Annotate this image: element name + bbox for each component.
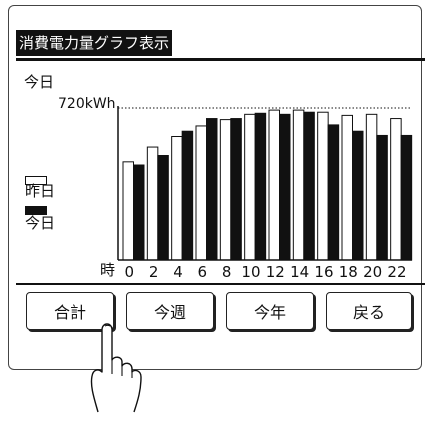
x-tick-label: 16 — [314, 263, 333, 281]
bar-yesterday-6 — [268, 109, 280, 261]
bar-today-10 — [376, 134, 388, 261]
bar-yesterday-1 — [146, 146, 159, 261]
bar-yesterday-11 — [390, 118, 402, 261]
bar-today-9 — [352, 130, 364, 261]
x-tick-label: 0 — [125, 263, 135, 281]
bar-today-7 — [303, 111, 315, 261]
bar-today-3 — [206, 118, 218, 261]
x-tick-label: 14 — [290, 263, 309, 281]
x-tick-label: 4 — [173, 263, 183, 281]
x-tick-label: 2 — [149, 263, 159, 281]
bar-today-6 — [279, 113, 291, 261]
bar-yesterday-0 — [122, 161, 134, 261]
bar-today-4 — [230, 118, 242, 261]
year-button[interactable]: 今年 — [226, 292, 314, 330]
button-row-divider — [16, 283, 425, 285]
bar-yesterday-5 — [244, 113, 256, 261]
bar-yesterday-4 — [219, 119, 232, 261]
bar-today-1 — [157, 155, 169, 261]
bar-yesterday-3 — [195, 125, 207, 261]
x-tick-label: 20 — [363, 263, 382, 281]
x-tick-label: 8 — [222, 263, 232, 281]
x-tick-label: 18 — [339, 263, 358, 281]
bar-yesterday-9 — [341, 114, 353, 261]
back-button[interactable]: 戻る — [326, 292, 412, 330]
x-tick-label: 10 — [241, 263, 260, 281]
x-tick-label: 12 — [266, 263, 285, 281]
bar-yesterday-8 — [317, 111, 329, 261]
pointing-hand-icon — [90, 323, 142, 413]
bar-today-11 — [400, 134, 413, 261]
bar-yesterday-2 — [171, 136, 183, 261]
bar-today-2 — [181, 130, 194, 261]
bar-today-0 — [133, 164, 145, 261]
bar-today-5 — [254, 112, 267, 261]
bar-today-8 — [327, 124, 340, 261]
x-tick-label: 22 — [387, 263, 406, 281]
bar-yesterday-10 — [365, 113, 378, 261]
x-tick-label: 6 — [198, 263, 208, 281]
bar-yesterday-7 — [292, 109, 305, 261]
power-bar-chart: 0 2 4 6 8 10 12 14 16 18 20 22 — [117, 106, 413, 281]
